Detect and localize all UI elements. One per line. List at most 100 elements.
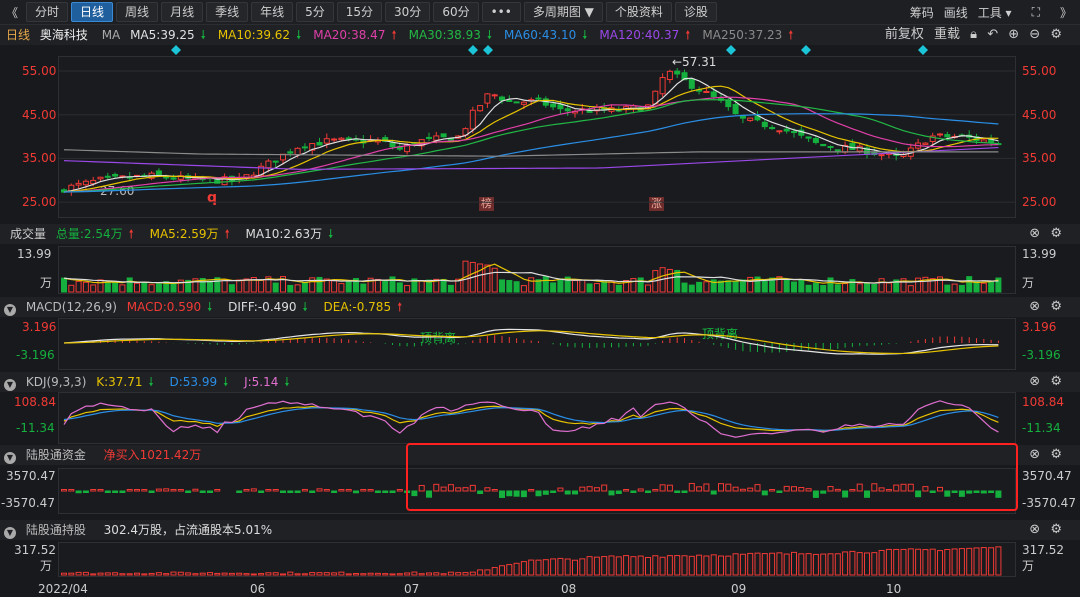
holding-bar [112, 572, 119, 576]
fund-flow-bar [885, 489, 892, 492]
holding-bar [761, 553, 768, 576]
fund-flow-bar [68, 489, 75, 492]
volume-bar [316, 276, 323, 293]
volume-bar [360, 283, 367, 293]
fund-flow-bar [75, 490, 82, 494]
fund-flow-bar [907, 483, 914, 492]
holding-bar [842, 551, 849, 576]
fund-flow-bar [177, 489, 184, 492]
fund-flow-bar [688, 482, 695, 492]
holding-bar [718, 555, 724, 576]
candle [732, 103, 739, 115]
volume-bar [812, 282, 819, 293]
fund-flow-bar [937, 486, 943, 492]
volume-bar [827, 277, 834, 293]
fund-flow-bar [535, 490, 542, 497]
holding-bar [433, 572, 440, 576]
holding-bar [557, 557, 564, 576]
volume-bar [294, 284, 301, 293]
volume-bar [207, 280, 213, 293]
holding-bar [396, 573, 403, 576]
fund-flow-bar [418, 484, 425, 492]
holding-bar [345, 573, 352, 576]
holding-bar [885, 548, 892, 576]
holding-bar [228, 572, 235, 576]
volume-bar [871, 283, 878, 293]
holding-bar [666, 555, 673, 576]
holding-bar [469, 571, 476, 576]
fund-flow-bar [155, 488, 162, 492]
candle [506, 99, 513, 102]
holding-bar [360, 573, 367, 576]
fund-flow-bar [491, 489, 498, 492]
holding-bar [703, 555, 710, 576]
fund-flow-bar [411, 490, 418, 497]
fund-flow-bar [659, 484, 666, 492]
holding-bar [185, 572, 192, 576]
holding-bar [958, 548, 965, 576]
holding-bar [608, 555, 615, 576]
holding-bar [542, 559, 549, 576]
fund-flow-bar [265, 489, 272, 492]
holding-bar [155, 572, 162, 576]
holding-bar [447, 571, 454, 576]
volume-bar [791, 281, 797, 293]
fund-flow-bar [966, 490, 973, 494]
candle [791, 131, 797, 134]
volume-bar [864, 282, 870, 293]
candle [323, 138, 330, 144]
holding-bar [652, 555, 659, 576]
holding-bar [827, 553, 834, 576]
fund-flow-bar [849, 489, 856, 492]
candle [433, 135, 440, 141]
holding-bar [674, 555, 681, 576]
fund-flow-bar [440, 486, 447, 492]
volume-bar [477, 263, 484, 293]
fund-flow-bar [761, 490, 768, 496]
fund-flow-bar [477, 490, 484, 495]
fund-flow-bar [513, 490, 520, 497]
event-marker-icon [468, 45, 478, 55]
candle [440, 133, 447, 138]
fund-flow-bar [601, 484, 608, 492]
j-line [63, 400, 999, 438]
holding-bar [900, 548, 907, 576]
fund-flow-bar [630, 490, 637, 493]
volume-bar [90, 284, 97, 293]
fund-flow-bar [141, 489, 148, 492]
holding-bar [294, 573, 301, 576]
event-marker-icon [918, 45, 928, 55]
holding-bar [90, 573, 97, 576]
volume-bar [820, 285, 827, 293]
candle [805, 136, 812, 139]
holding-bar [710, 554, 717, 576]
candle [447, 138, 454, 141]
volume-bar [951, 283, 958, 293]
fund-flow-bar [827, 486, 834, 492]
holding-bar [820, 553, 827, 576]
fund-flow-bar [864, 490, 870, 498]
fund-flow-bar [929, 490, 936, 493]
fund-flow-bar [134, 489, 140, 492]
fund-flow-bar [922, 486, 929, 492]
event-marker-icon [801, 45, 811, 55]
candle [922, 142, 929, 145]
fund-flow-bar [703, 483, 710, 492]
holding-bar [623, 555, 630, 576]
fund-flow-bar [572, 490, 578, 495]
holding-bar [864, 552, 870, 576]
candle [703, 90, 710, 94]
holding-bar [535, 559, 542, 576]
holding-bar [411, 571, 418, 576]
volume-bar [374, 278, 381, 293]
fund-flow-bar [374, 490, 381, 493]
holding-bar [659, 556, 666, 576]
candle [265, 160, 272, 169]
holding-bar [207, 572, 213, 576]
volume-bar [601, 281, 608, 293]
fund-flow-bar [834, 488, 841, 492]
holding-bar [265, 572, 272, 576]
volume-bar [155, 283, 162, 293]
volume-bar [681, 282, 688, 293]
fund-flow-bar [645, 490, 651, 493]
